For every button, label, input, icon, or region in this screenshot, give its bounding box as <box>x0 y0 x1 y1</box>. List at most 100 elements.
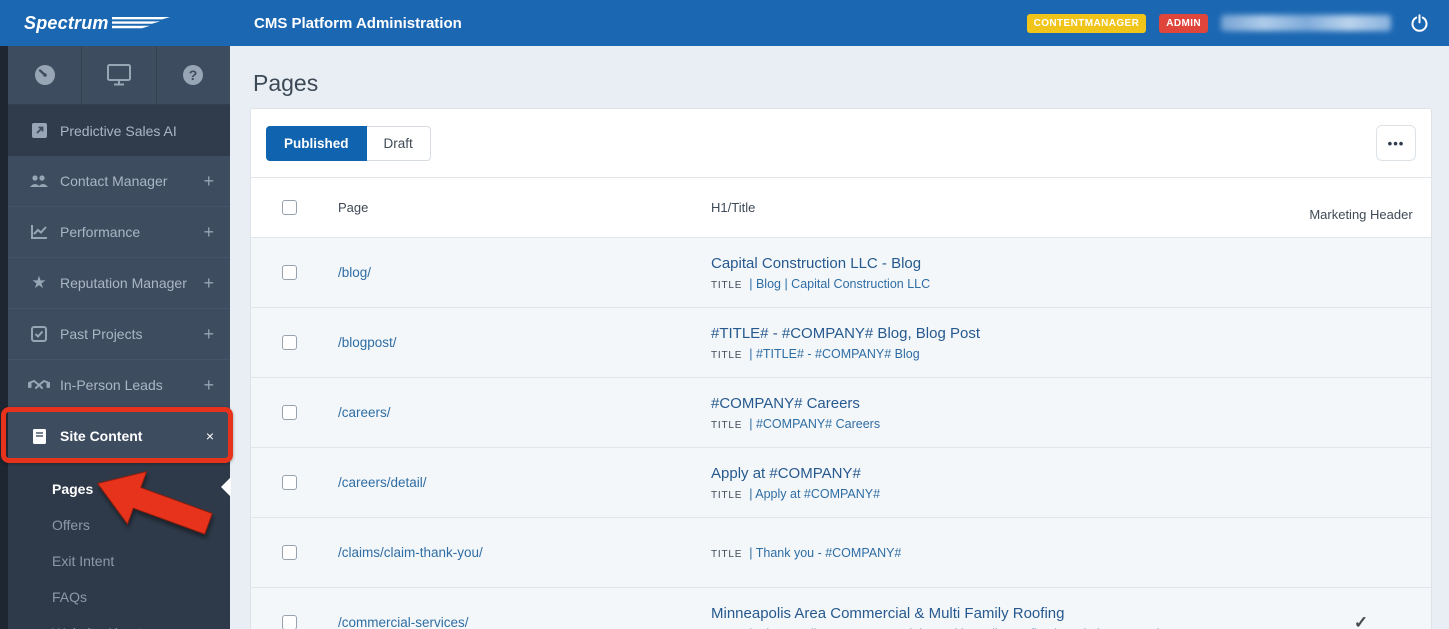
close-icon[interactable]: × <box>206 428 214 444</box>
users-icon <box>26 174 52 189</box>
row-checkbox[interactable] <box>282 335 297 350</box>
book-icon <box>26 428 52 445</box>
sidebar-item-predictive-sales-ai[interactable]: Predictive Sales AI <box>8 105 230 156</box>
page-path-link[interactable]: /blog/ <box>338 265 371 280</box>
check-square-icon <box>26 326 52 342</box>
brand-logo: Spectrum <box>0 0 230 46</box>
sidebar-item-label: Contact Manager <box>60 173 168 189</box>
page-path-link[interactable]: /careers/ <box>338 405 391 420</box>
toolbar: Published Draft ••• <box>251 109 1431 178</box>
sidebar-item-past-projects[interactable]: Past Projects + <box>8 309 230 360</box>
marketing-header-check: ✓ <box>1353 612 1369 629</box>
page-h1[interactable]: Capital Construction LLC - Blog <box>711 255 1301 272</box>
handshake-icon <box>26 379 52 392</box>
submenu-item-offers[interactable]: Offers <box>8 507 230 543</box>
top-bar: Spectrum CMS Platform Administration CON… <box>0 0 1449 46</box>
sidebar-icon-tabs: ? <box>8 46 230 105</box>
publish-state-tabs: Published Draft <box>266 125 431 161</box>
row-checkbox[interactable] <box>282 615 297 629</box>
page-title: Pages <box>253 70 319 96</box>
submenu-item-website-about[interactable]: Website About <box>8 615 230 629</box>
submenu-item-label: FAQs <box>52 589 88 605</box>
pages-card: Published Draft ••• Page H1/Title Market… <box>250 108 1432 629</box>
submenu-item-pages[interactable]: Pages <box>8 471 230 507</box>
row-checkbox[interactable] <box>282 545 297 560</box>
sidebar-item-reputation-manager[interactable]: ★ Reputation Manager + <box>8 258 230 309</box>
row-checkbox[interactable] <box>282 475 297 490</box>
title-value: | #COMPANY# Careers <box>749 416 881 431</box>
sidebar-item-label: Site Content <box>60 428 143 444</box>
help-icon[interactable]: ? <box>157 46 230 104</box>
title-label: TITLE <box>711 489 743 501</box>
sidebar-item-in-person-leads[interactable]: In-Person Leads + <box>8 360 230 411</box>
sidebar-item-label: Performance <box>60 224 141 240</box>
arrow-box-icon <box>26 122 52 139</box>
sidebar: ? Predictive Sales AI Contact Manager + … <box>0 46 230 629</box>
page-path-link[interactable]: /claims/claim-thank-you/ <box>338 545 483 560</box>
table-row: /blogpost/ #TITLE# - #COMPANY# Blog, Blo… <box>251 308 1431 378</box>
table-row: /careers/ #COMPANY# Careers TITLE | #COMP… <box>251 378 1431 448</box>
sidebar-item-contact-manager[interactable]: Contact Manager + <box>8 156 230 207</box>
page-h1[interactable]: Minneapolis Area Commercial & Multi Fami… <box>711 605 1301 622</box>
submenu-item-label: Website About <box>52 625 142 629</box>
title-value: | #TITLE# - #COMPANY# Blog <box>749 346 920 361</box>
row-checkbox[interactable] <box>282 265 297 280</box>
monitor-icon[interactable] <box>82 46 157 104</box>
submenu-item-label: Offers <box>52 517 90 533</box>
sidebar-item-site-content[interactable]: Site Content × <box>8 411 230 462</box>
expand-plus-icon[interactable]: + <box>203 222 214 243</box>
title-label: TITLE <box>711 349 743 361</box>
site-content-submenu: Pages Offers Exit Intent FAQs Website Ab… <box>8 462 230 629</box>
expand-plus-icon[interactable]: + <box>203 273 214 294</box>
brand-name: Spectrum <box>24 12 109 33</box>
submenu-item-label: Pages <box>52 481 94 497</box>
title-value: | Blog | Capital Construction LLC <box>749 276 931 291</box>
expand-plus-icon[interactable]: + <box>203 324 214 345</box>
dashboard-gauge-icon[interactable] <box>8 46 83 104</box>
select-all-checkbox[interactable] <box>282 200 297 215</box>
page-h1[interactable]: #COMPANY# Careers <box>711 395 1301 412</box>
app-title: CMS Platform Administration <box>254 14 462 32</box>
submenu-item-faqs[interactable]: FAQs <box>8 579 230 615</box>
sidebar-item-label: Past Projects <box>60 326 143 342</box>
table-row: /careers/detail/ Apply at #COMPANY# TITL… <box>251 448 1431 518</box>
sidebar-item-label: Reputation Manager <box>60 275 187 291</box>
title-label: TITLE <box>711 419 743 431</box>
sidebar-item-label: In-Person Leads <box>60 377 163 393</box>
more-options-button[interactable]: ••• <box>1376 125 1416 161</box>
row-checkbox[interactable] <box>282 405 297 420</box>
title-value: | Apply at #COMPANY# <box>749 486 881 501</box>
chart-line-icon <box>26 224 52 240</box>
user-name-redacted <box>1221 15 1391 31</box>
active-submenu-notch <box>221 477 231 497</box>
title-value: | Thank you - #COMPANY# <box>749 545 902 560</box>
role-badge-admin: ADMIN <box>1159 13 1208 33</box>
submenu-item-label: Exit Intent <box>52 553 115 569</box>
role-badge-contentmanager: CONTENTMANAGER <box>1026 13 1147 33</box>
main-content: Pages Published Draft ••• Page H1/Title … <box>230 46 1449 629</box>
page-h1[interactable]: Apply at #COMPANY# <box>711 465 1301 482</box>
page-path-link[interactable]: /blogpost/ <box>338 335 397 350</box>
table-row: /commercial-services/ Minneapolis Area C… <box>251 588 1431 629</box>
page-path-link[interactable]: /commercial-services/ <box>338 615 469 629</box>
table-row: /blog/ Capital Construction LLC - Blog T… <box>251 238 1431 308</box>
star-icon: ★ <box>31 273 47 292</box>
tab-draft[interactable]: Draft <box>366 125 431 161</box>
table-header: Page H1/Title Marketing Header <box>251 178 1431 238</box>
page-path-link[interactable]: /careers/detail/ <box>338 475 427 490</box>
submenu-item-exit-intent[interactable]: Exit Intent <box>8 543 230 579</box>
expand-plus-icon[interactable]: + <box>203 171 214 192</box>
sidebar-item-performance[interactable]: Performance + <box>8 207 230 258</box>
page-h1[interactable]: #TITLE# - #COMPANY# Blog, Blog Post <box>711 325 1301 342</box>
sidebar-item-label: Predictive Sales AI <box>60 122 177 139</box>
title-label: TITLE <box>711 279 743 291</box>
tab-published[interactable]: Published <box>266 125 367 161</box>
table-row: /claims/claim-thank-you/ TITLE | Thank yo… <box>251 518 1431 588</box>
column-header-marketing-header: Marketing Header <box>1309 206 1413 222</box>
title-label: TITLE <box>711 548 743 560</box>
column-header-page: Page <box>338 200 369 215</box>
logout-power-icon[interactable] <box>1410 13 1429 33</box>
expand-plus-icon[interactable]: + <box>203 375 214 396</box>
svg-text:?: ? <box>189 67 198 83</box>
brand-swoosh-icon <box>111 17 170 29</box>
